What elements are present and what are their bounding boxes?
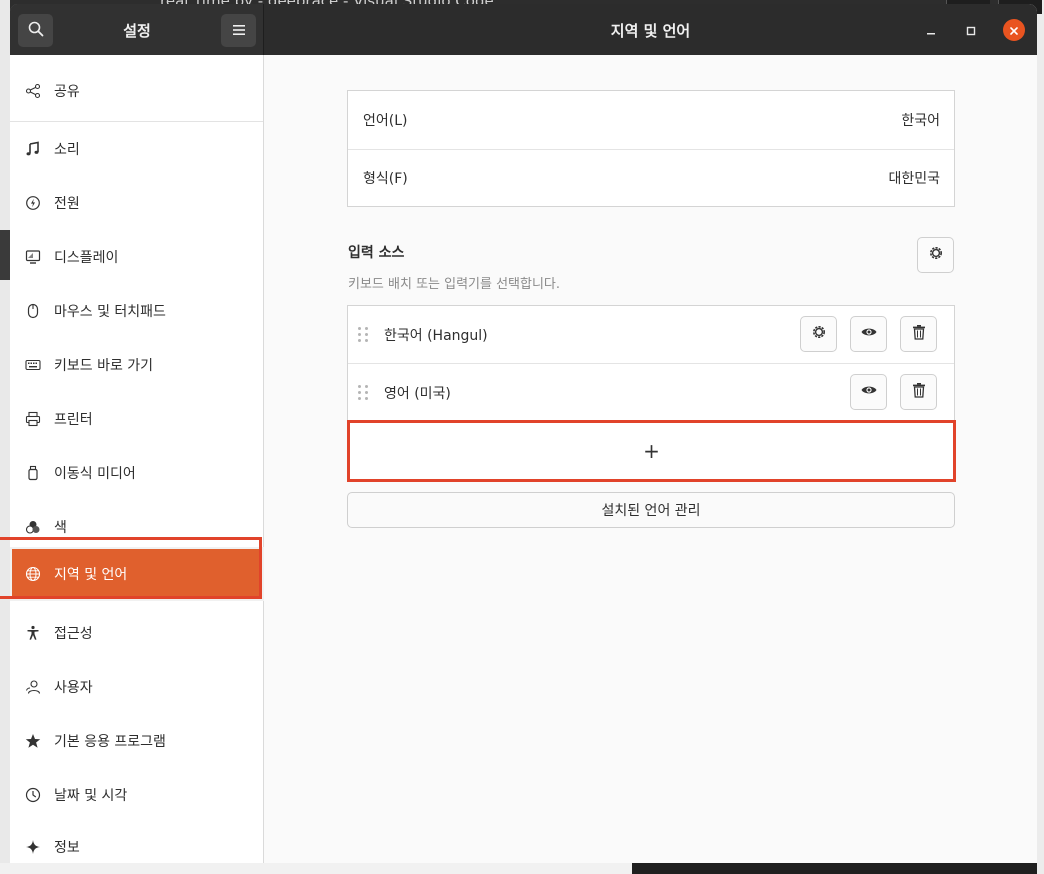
maximize-button[interactable]	[960, 19, 982, 41]
sidebar-item-sound[interactable]: 소리	[10, 122, 263, 176]
drag-handle-icon[interactable]	[358, 327, 370, 342]
sidebar-item-users[interactable]: 사용자	[10, 660, 263, 714]
add-input-source-button[interactable]: +	[347, 420, 956, 482]
printer-icon	[24, 410, 42, 428]
input-sources-list: 한국어 (Hangul) 영어 (미국)	[347, 305, 955, 421]
clock-icon	[24, 786, 42, 804]
menu-button[interactable]	[221, 14, 256, 47]
sidebar: 공유 소리 전원 디스플레이 마우스 및 터치패드 키보드 바로 가기 프린터	[10, 55, 264, 863]
sidebar-item-accessibility[interactable]: 접근성	[10, 606, 263, 660]
sidebar-item-label: 이동식 미디어	[54, 466, 136, 482]
plus-icon: +	[643, 439, 660, 463]
sidebar-item-mouse[interactable]: 마우스 및 터치패드	[10, 284, 263, 338]
music-note-icon	[24, 140, 42, 158]
input-source-preview-button[interactable]	[850, 316, 887, 352]
sidebar-item-removable-media[interactable]: 이동식 미디어	[10, 446, 263, 500]
language-label: 언어(L)	[363, 113, 408, 129]
sidebar-item-label: 접근성	[54, 626, 93, 642]
input-source-remove-button[interactable]	[900, 316, 937, 352]
close-icon	[1009, 21, 1019, 40]
sidebar-item-label: 전원	[54, 196, 80, 212]
power-icon	[24, 194, 42, 212]
settings-window: 설정 지역 및 언어 공유 소리 전원 디스플레이 마우스 및 터치패드 키보드…	[10, 4, 1037, 863]
sidebar-item-printers[interactable]: 프린터	[10, 392, 263, 446]
color-icon	[24, 518, 42, 536]
input-sources-options-button[interactable]	[917, 237, 954, 273]
formats-value: 대한민국	[888, 171, 940, 187]
header-bar: 설정 지역 및 언어	[10, 4, 1037, 55]
sidebar-item-label: 기본 응용 프로그램	[54, 734, 166, 750]
gear-icon	[927, 244, 945, 266]
drag-handle-icon[interactable]	[358, 385, 370, 400]
formats-row[interactable]: 형식(F) 대한민국	[348, 149, 954, 207]
sidebar-item-date-time[interactable]: 날짜 및 시각	[10, 768, 263, 822]
accessibility-icon	[24, 624, 42, 642]
share-icon	[24, 82, 42, 100]
language-format-card: 언어(L) 한국어 형식(F) 대한민국	[347, 90, 955, 207]
sidebar-item-about[interactable]: 정보	[10, 820, 263, 863]
mouse-icon	[24, 302, 42, 320]
input-source-name: 한국어 (Hangul)	[384, 327, 488, 344]
sidebar-item-display[interactable]: 디스플레이	[10, 230, 263, 284]
sidebar-item-default-applications[interactable]: 기본 응용 프로그램	[10, 714, 263, 768]
maximize-icon	[966, 21, 976, 40]
display-icon	[24, 248, 42, 266]
input-source-name: 영어 (미국)	[384, 385, 451, 402]
background-left-strip	[0, 0, 10, 874]
trash-icon	[911, 382, 927, 402]
hamburger-menu-icon	[232, 21, 246, 40]
input-source-settings-button[interactable]	[800, 316, 837, 352]
main-panel: 언어(L) 한국어 형식(F) 대한민국 입력 소스 키보드 배치 또는 입력기…	[264, 55, 1037, 863]
language-value: 한국어	[901, 113, 940, 129]
minimize-icon	[926, 21, 936, 40]
sidebar-item-label: 정보	[54, 840, 80, 856]
input-source-remove-button[interactable]	[900, 374, 937, 410]
sidebar-item-keyboard-shortcuts[interactable]: 키보드 바로 가기	[10, 338, 263, 392]
input-source-preview-button[interactable]	[850, 374, 887, 410]
sidebar-item-label: 날짜 및 시각	[54, 788, 128, 804]
sidebar-item-label: 키보드 바로 가기	[54, 358, 154, 374]
manage-installed-languages-button[interactable]: 설치된 언어 관리	[347, 492, 955, 528]
sidebar-header: 설정	[10, 4, 264, 55]
star-icon	[24, 732, 42, 750]
sidebar-item-label: 사용자	[54, 680, 93, 696]
sidebar-item-power[interactable]: 전원	[10, 176, 263, 230]
eye-icon	[860, 323, 878, 345]
background-bottom-right	[632, 863, 1044, 874]
sidebar-item-sharing[interactable]: 공유	[10, 64, 263, 118]
active-item-highlight	[0, 537, 262, 599]
minimize-button[interactable]	[920, 19, 942, 41]
background-left-dark	[0, 230, 10, 280]
sidebar-item-label: 공유	[54, 84, 80, 100]
sidebar-item-label: 프린터	[54, 412, 93, 428]
gear-icon	[810, 323, 828, 345]
formats-label: 형식(F)	[363, 171, 408, 187]
eye-icon	[860, 381, 878, 403]
sparkle-icon	[24, 838, 42, 856]
background-bottom-left	[0, 863, 632, 874]
keyboard-icon	[24, 356, 42, 374]
input-sources-subtitle: 키보드 배치 또는 입력기를 선택합니다.	[348, 277, 561, 292]
background-right-strip	[1037, 0, 1044, 874]
trash-icon	[911, 324, 927, 344]
close-button[interactable]	[1003, 19, 1025, 41]
input-sources-title: 입력 소스	[348, 245, 405, 261]
removable-media-icon	[24, 464, 42, 482]
users-icon	[24, 678, 42, 696]
sidebar-item-label: 디스플레이	[54, 250, 119, 266]
language-row[interactable]: 언어(L) 한국어	[348, 91, 954, 149]
sidebar-item-label: 색	[54, 520, 67, 536]
sidebar-item-label: 마우스 및 터치패드	[54, 304, 166, 320]
sidebar-item-label: 소리	[54, 142, 80, 158]
